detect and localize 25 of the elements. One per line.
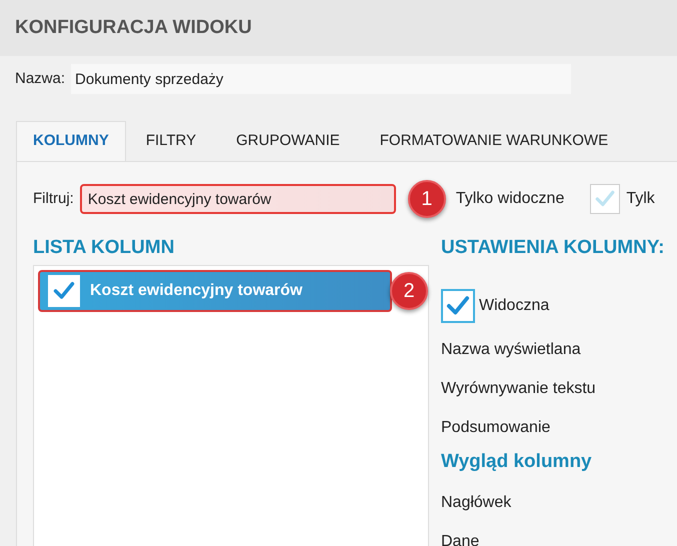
- tab[interactable]: GRUPOWANIE: [216, 121, 360, 161]
- subsection-heading: Wygląd kolumny: [441, 450, 593, 474]
- setting-label: Podsumowanie: [441, 418, 552, 438]
- window-title: KONFIGURACJA WIDOKU: [15, 16, 252, 40]
- tab[interactable]: FORMATOWANIE WARUNKOWE: [360, 121, 628, 161]
- setting-label: Dane: [441, 532, 480, 546]
- checkbox[interactable]: [590, 184, 620, 214]
- tab[interactable]: KOLUMNY: [16, 121, 126, 161]
- checkbox[interactable]: [441, 288, 475, 322]
- filter-label: Filtruj:: [33, 188, 74, 209]
- setting-label: Wyrównywanie tekstu: [441, 378, 597, 398]
- filter-field[interactable]: Koszt ewidencyjny towarów: [80, 184, 396, 214]
- name-label: Nazwa:: [15, 68, 66, 89]
- callout-badge: 1: [408, 180, 446, 218]
- checkbox-label: Tylk: [626, 189, 655, 209]
- checkbox-label: Tylko widoczne: [456, 189, 564, 209]
- callout-badge: 2: [390, 272, 428, 310]
- setting-label: Nazwa wyświetlana: [441, 340, 582, 360]
- checkbox-label: Widoczna: [479, 296, 550, 316]
- section-heading: LISTA KOLUMN: [33, 236, 176, 260]
- checkbox[interactable]: [48, 274, 80, 306]
- tab[interactable]: FILTRY: [126, 121, 216, 161]
- setting-label: Nagłówek: [441, 493, 512, 513]
- section-heading: USTAWIENIA KOLUMNY:: [441, 236, 664, 260]
- name-field[interactable]: Dokumenty sprzedaży: [71, 64, 572, 94]
